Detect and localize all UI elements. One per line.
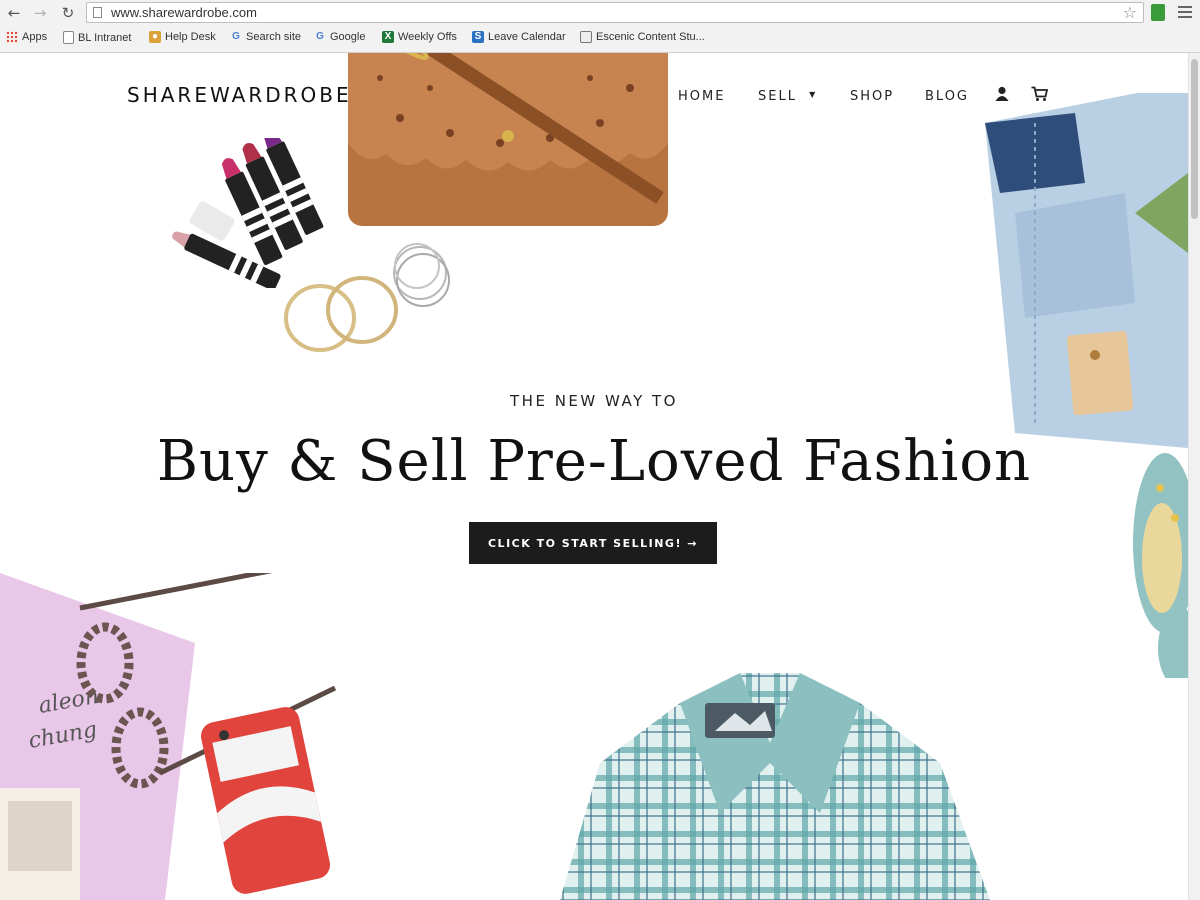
bookmark-help-desk[interactable]: ● Help Desk [149, 31, 216, 43]
dropdown-caret-icon: ▼ [809, 90, 818, 99]
address-bar[interactable]: www.sharewardrobe.com ☆ [86, 2, 1144, 23]
nav-sell-label: SELL [758, 89, 797, 104]
bookmark-label: Escenic Content Stu... [596, 31, 705, 43]
back-arrow-icon[interactable]: ← [4, 3, 24, 23]
forward-arrow-icon[interactable]: → [30, 3, 50, 23]
hero-eyebrow: THE NEW WAY TO [510, 392, 678, 410]
bookmark-search-site[interactable]: G Search site [230, 31, 301, 43]
bookmark-label: Search site [246, 31, 302, 43]
web-page: aleon chung SHAREWARDROBE HOME SELL ▼ SH… [0, 53, 1188, 900]
bookmark-label: Leave Calendar [488, 31, 566, 43]
url-text: www.sharewardrobe.com [111, 5, 257, 20]
bookmarks-bar: Apps BL Intranet ● Help Desk G Search si… [0, 29, 1200, 49]
helpdesk-icon: ● [149, 31, 161, 43]
shopping-cart-icon[interactable] [1031, 86, 1048, 102]
site-logo[interactable]: SHAREWARDROBE [127, 83, 352, 107]
bookmark-google[interactable]: G Google [314, 31, 365, 43]
bookmark-label: Help Desk [165, 31, 216, 43]
bookmark-label: Apps [22, 31, 48, 43]
bookmark-apps[interactable]: Apps [6, 31, 47, 43]
sharepoint-icon: S [472, 31, 484, 43]
google-icon: G [232, 31, 240, 42]
nav-shop[interactable]: SHOP [850, 89, 894, 104]
bookmark-star-icon[interactable]: ☆ [1123, 3, 1137, 22]
nav-blog[interactable]: BLOG [925, 89, 969, 104]
hero-headline: Buy & Sell Pre-Loved Fashion [156, 429, 1032, 494]
page-icon [63, 31, 74, 44]
bookmark-weekly-offs[interactable]: X Weekly Offs [382, 31, 457, 43]
plaid-shirt-image [560, 673, 990, 900]
browser-toolbar: ← → ↻ www.sharewardrobe.com ☆ [0, 0, 1200, 27]
browser-chrome: ← → ↻ www.sharewardrobe.com ☆ Apps BL In… [0, 0, 1200, 53]
nav-home[interactable]: HOME [678, 89, 725, 104]
account-user-icon[interactable] [995, 86, 1009, 102]
bookmark-label: Google [330, 31, 366, 43]
satchel-bag-image [348, 53, 668, 226]
page-scrollbar[interactable] [1188, 53, 1200, 900]
scrollbar-thumb[interactable] [1191, 59, 1198, 219]
nav-sell[interactable]: SELL ▼ [758, 89, 817, 104]
bookmark-bl-intranet[interactable]: BL Intranet [63, 31, 131, 44]
bookmark-leave-calendar[interactable]: S Leave Calendar [472, 31, 566, 43]
bookmark-escenic[interactable]: Escenic Content Stu... [580, 31, 705, 43]
excel-icon: X [382, 31, 394, 43]
bookmark-label: BL Intranet [78, 31, 132, 44]
page-icon [93, 7, 102, 18]
bookmark-label: Weekly Offs [398, 31, 457, 43]
reload-icon[interactable]: ↻ [58, 3, 78, 23]
start-selling-button[interactable]: CLICK TO START SELLING! → [469, 522, 717, 564]
apps-grid-icon [6, 31, 18, 43]
bangles-image [284, 243, 450, 352]
escenic-icon [580, 31, 592, 43]
notebook-glasses-phone-image: aleon chung [0, 573, 337, 900]
google-icon: G [316, 31, 324, 42]
browser-menu-icon[interactable] [1178, 6, 1192, 21]
extension-icon[interactable] [1151, 4, 1165, 21]
